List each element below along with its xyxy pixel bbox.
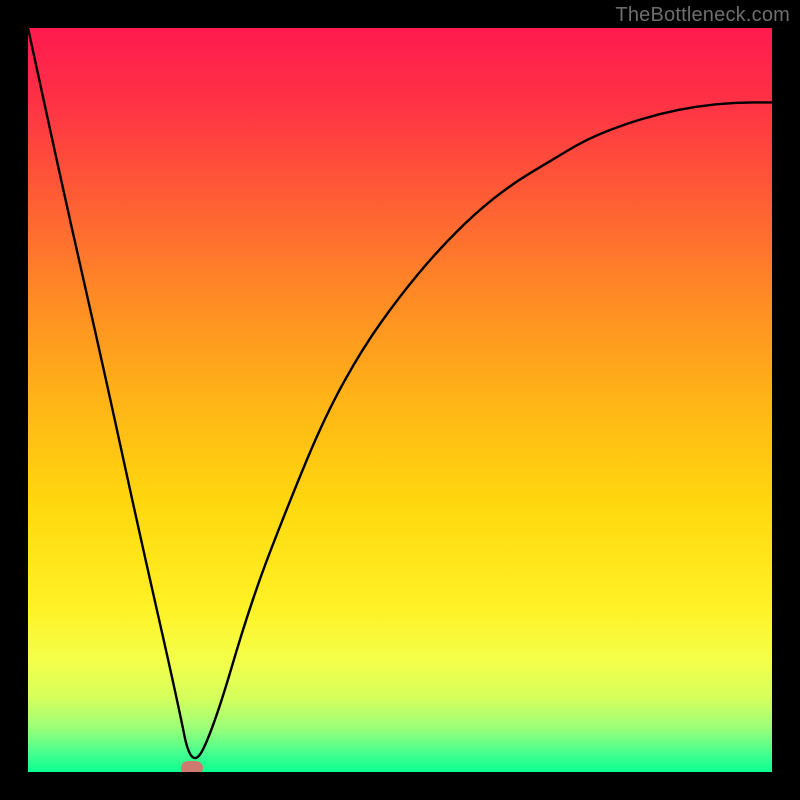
gradient-background (28, 28, 772, 772)
plot-area (28, 28, 772, 772)
watermark-text: TheBottleneck.com (615, 4, 790, 27)
chart-svg (28, 28, 772, 772)
optimal-marker (181, 761, 203, 772)
chart-frame: TheBottleneck.com (0, 0, 800, 800)
